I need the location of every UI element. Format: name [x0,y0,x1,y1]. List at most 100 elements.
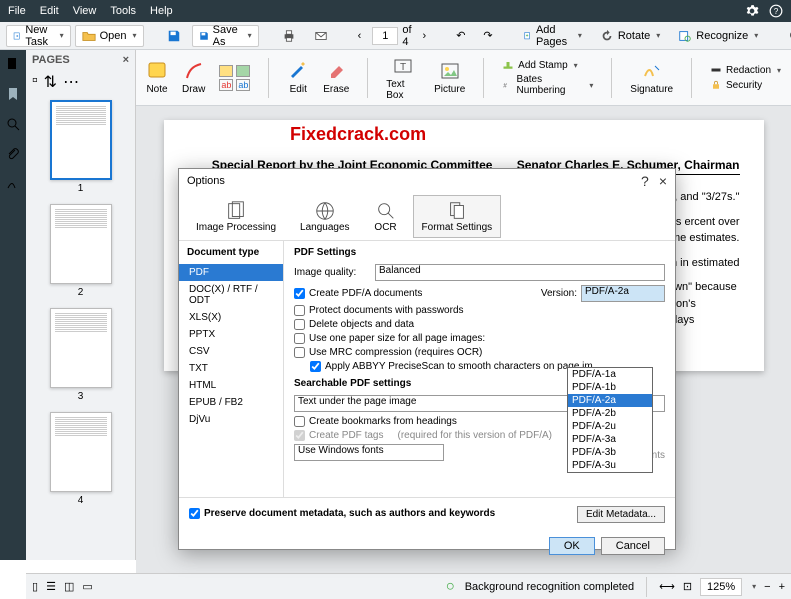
fonts-select[interactable]: Use Windows fonts [294,444,444,461]
format-pptx[interactable]: PPTX [179,326,283,343]
attachments-rail-icon[interactable] [5,146,21,162]
protect-checkbox[interactable] [294,305,305,316]
cancel-button[interactable]: Cancel [601,537,665,555]
add-stamp-button[interactable]: Add Stamp▾ [502,59,593,71]
version-opt-2u[interactable]: PDF/A-2u [568,420,652,433]
pages-add-icon[interactable]: ▫ [32,72,38,92]
view-single-icon[interactable]: ▯ [32,580,38,593]
add-pages-button[interactable]: Add Pages▾ [516,25,589,47]
dialog-close-icon[interactable]: × [659,173,667,189]
format-html[interactable]: HTML [179,377,283,394]
preserve-metadata-checkbox[interactable] [189,508,200,519]
page-thumb-3[interactable]: 3 [50,308,112,402]
signature-rail-icon[interactable] [5,176,21,192]
open-button[interactable]: Open▾ [75,25,144,47]
version-select[interactable]: PDF/A-2a [581,285,665,302]
save-button[interactable] [160,25,188,47]
tab-languages[interactable]: Languages [291,195,359,238]
format-docx[interactable]: DOC(X) / RTF / ODT [179,281,283,309]
redaction-button[interactable]: Redaction▾ [710,64,781,76]
view-two-icon[interactable]: ◫ [64,580,74,593]
tab-format-settings[interactable]: Format Settings [413,195,502,238]
format-epub[interactable]: EPUB / FB2 [179,394,283,411]
page-thumb-1[interactable]: 1 [50,100,112,194]
version-opt-3u[interactable]: PDF/A-3u [568,459,652,472]
save-as-icon [199,29,209,43]
save-as-button[interactable]: Save As▾ [192,25,259,47]
picture-button[interactable]: Picture [434,60,465,95]
recognize-button[interactable]: Recognize▾ [671,25,765,47]
format-djvu[interactable]: DjVu [179,411,283,428]
zoom-out-button[interactable]: − [764,581,770,593]
undo-button[interactable]: ↶ [449,25,472,47]
svg-text:?: ? [774,7,779,16]
version-opt-2b[interactable]: PDF/A-2b [568,407,652,420]
new-task-button[interactable]: New Task▾ [6,25,71,47]
one-paper-checkbox[interactable] [294,333,305,344]
erase-button[interactable]: Erase [323,60,349,95]
format-xlsx[interactable]: XLS(X) [179,309,283,326]
page-number-input[interactable] [372,27,398,45]
view-cover-icon[interactable]: ▭ [82,580,92,593]
version-opt-3a[interactable]: PDF/A-3a [568,433,652,446]
view-continuous-icon[interactable]: ☰ [46,580,56,593]
fit-page-icon[interactable]: ⊡ [683,580,692,593]
page-thumb-2[interactable]: 2 [50,204,112,298]
zoom-in-button[interactable]: + [779,581,785,593]
page-thumb-4[interactable]: 4 [50,412,112,506]
menu-file[interactable]: File [8,5,26,17]
menu-edit[interactable]: Edit [40,5,59,17]
fit-width-icon[interactable]: ⟷ [659,580,675,593]
note-button[interactable]: Note [146,60,168,95]
strikethrough-button[interactable]: ab [219,79,233,91]
image-quality-select[interactable]: Balanced [375,264,665,281]
security-button[interactable]: Security [710,79,781,91]
zoom-input[interactable] [700,578,742,596]
create-pdfa-checkbox[interactable] [294,288,305,299]
draw-button[interactable]: Draw [182,60,205,95]
print-button[interactable] [275,25,303,47]
next-page-button[interactable]: › [416,25,434,47]
pages-panel-close[interactable]: × [123,54,129,66]
email-button[interactable] [307,25,335,47]
search-button[interactable] [781,25,791,47]
format-csv[interactable]: CSV [179,343,283,360]
ok-button[interactable]: OK [549,537,595,555]
mrc-checkbox[interactable] [294,347,305,358]
format-txt[interactable]: TXT [179,360,283,377]
version-opt-2a[interactable]: PDF/A-2a [568,394,652,407]
dialog-help-icon[interactable]: ? [641,173,649,189]
settings-icon[interactable] [745,4,759,18]
textbox-button[interactable]: T Text Box [386,55,420,101]
menu-help[interactable]: Help [150,5,173,17]
menu-tools[interactable]: Tools [110,5,136,17]
edit-metadata-button[interactable]: Edit Metadata... [577,506,665,523]
underline-button[interactable]: ab [236,79,250,91]
pages-more-icon[interactable]: ⋯ [63,72,79,92]
folder-icon [82,29,96,43]
redo-button[interactable]: ↷ [476,25,499,47]
prev-page-button[interactable]: ‹ [351,25,369,47]
version-opt-1a[interactable]: PDF/A-1a [568,368,652,381]
bookmarks-checkbox[interactable] [294,416,305,427]
delete-objects-checkbox[interactable] [294,319,305,330]
tab-ocr[interactable]: OCR [365,195,407,238]
pages-move-icon[interactable]: ⇅ [44,72,57,92]
menu-view[interactable]: View [73,5,97,17]
rotate-button[interactable]: Rotate▾ [593,25,667,47]
signature-button[interactable]: Signature [630,60,673,95]
abbyy-checkbox[interactable] [310,361,321,372]
pages-rail-icon[interactable] [5,56,21,72]
bookmarks-rail-icon[interactable] [5,86,21,102]
help-icon[interactable]: ? [769,4,783,18]
version-opt-1b[interactable]: PDF/A-1b [568,381,652,394]
version-opt-3b[interactable]: PDF/A-3b [568,446,652,459]
search-rail-icon[interactable] [5,116,21,132]
bates-numbering-button[interactable]: #Bates Numbering▾ [502,74,593,96]
highlight-yellow-button[interactable] [219,65,233,77]
edit-button[interactable]: Edit [287,60,309,95]
highlight-green-button[interactable] [236,65,250,77]
version-dropdown[interactable]: PDF/A-1a PDF/A-1b PDF/A-2a PDF/A-2b PDF/… [567,367,653,473]
format-pdf[interactable]: PDF [179,264,283,281]
tab-image-processing[interactable]: Image Processing [187,195,285,238]
